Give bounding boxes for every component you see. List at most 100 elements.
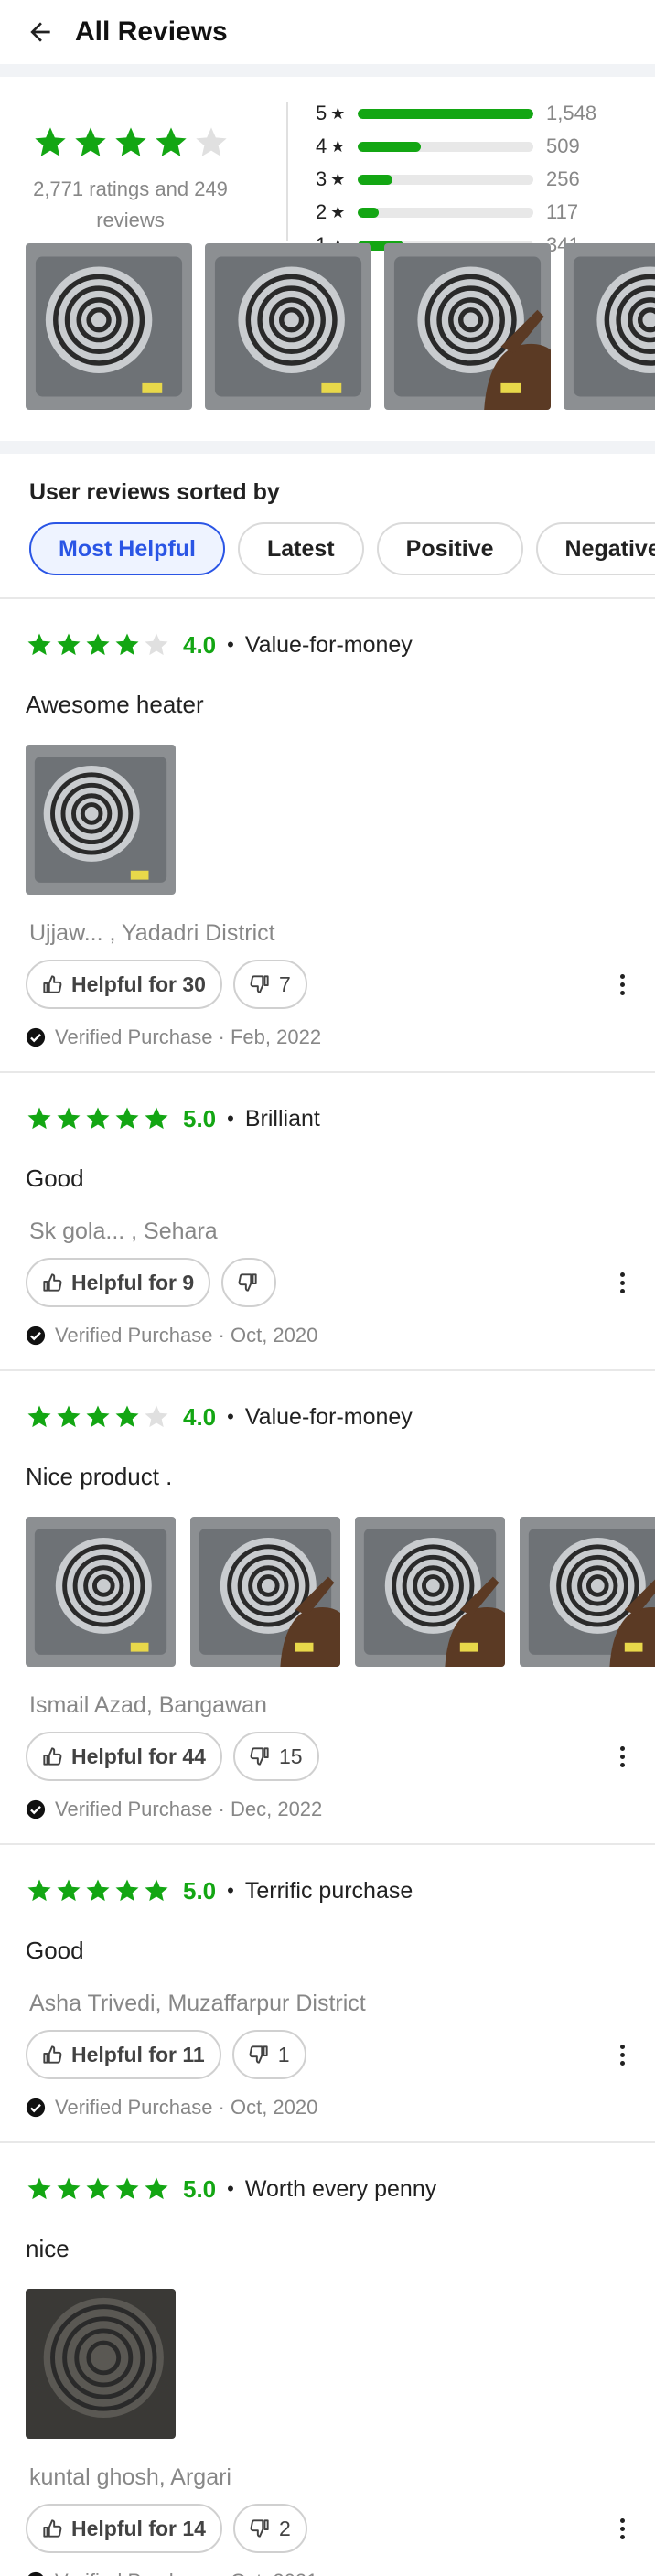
star-icon: [34, 127, 66, 156]
rating-distribution: 5★1,5484★5093★2562★1171★341: [316, 97, 655, 256]
review-photos: [26, 1517, 655, 1667]
back-button[interactable]: [24, 16, 57, 48]
star-icon: [57, 633, 81, 656]
review-card: 5.0 • Brilliant Good Sk gola... , Sehara Help…: [0, 1073, 655, 1371]
more-options-icon[interactable]: [613, 2044, 631, 2066]
more-options-icon[interactable]: [613, 1745, 631, 1767]
review-author: Asha Trivedi, Muzaffarpur District: [29, 1991, 366, 2016]
not-helpful-count: 7: [278, 971, 291, 996]
review-stars: [26, 1877, 170, 1905]
hot-plate-photo: [190, 1517, 340, 1667]
review-actions: Helpful for 11 1: [26, 2030, 629, 2079]
rating-bar-track: [358, 108, 533, 119]
review-photo-thumbnail[interactable]: [355, 1517, 505, 1667]
review-author: Ujjaw... , Yadadri District: [29, 920, 275, 946]
thumbs-down-icon: [250, 2519, 269, 2538]
rating-bar-label: 5 ★: [316, 102, 358, 125]
star-icon: ★: [330, 169, 346, 188]
rating-bar-row: 2 ★ 117: [316, 196, 655, 229]
helpful-button[interactable]: Helpful for 11: [26, 2030, 221, 2079]
not-helpful-button[interactable]: 7: [232, 960, 307, 1009]
section-divider: [0, 441, 655, 454]
not-helpful-button[interactable]: 2: [232, 2504, 307, 2553]
review-title: Value-for-money: [244, 631, 413, 658]
review-photo-thumbnail[interactable]: [520, 1517, 655, 1667]
star-icon: [115, 2177, 139, 2200]
review-photo-thumbnail[interactable]: [26, 745, 176, 895]
star-icon: [27, 1107, 51, 1130]
review-score: 5.0: [183, 1104, 217, 1132]
review-author: kuntal ghosh, Argari: [29, 2464, 231, 2490]
not-helpful-button[interactable]: 1: [231, 2030, 306, 2079]
review-actions: Helpful for 44 15: [26, 1732, 629, 1781]
sort-chip-negative[interactable]: Negative: [535, 522, 655, 575]
star-icon: [115, 633, 139, 656]
not-helpful-button[interactable]: 15: [232, 1732, 319, 1781]
review-photo-thumbnail[interactable]: [26, 1517, 176, 1667]
review-text: Awesome heater: [26, 691, 204, 718]
verified-purchase: Verified Purchase · Dec, 2022: [26, 1798, 629, 1843]
review-header: 5.0 • Worth every penny: [26, 2173, 629, 2206]
review-photo-thumbnail[interactable]: [205, 243, 371, 410]
star-icon: [195, 127, 227, 156]
star-level: 5: [316, 102, 328, 124]
review-card: 5.0 • Terrific purchase Good Asha Trivedi, M…: [0, 1845, 655, 2143]
review-photo-thumbnail[interactable]: [384, 243, 551, 410]
verified-text: Verified Purchase · Oct, 2021: [55, 2570, 317, 2576]
verified-text: Verified Purchase · Oct, 2020: [55, 2096, 318, 2119]
review-score: 4.0: [183, 1402, 217, 1431]
rating-bar-count: 1,548: [546, 102, 597, 124]
star-icon: [57, 1405, 81, 1428]
customer-photos-strip[interactable]: [0, 243, 655, 413]
star-icon: [86, 1879, 110, 1902]
rating-bar-label: 2 ★: [316, 200, 358, 224]
separator-dot: •: [227, 2177, 234, 2200]
rating-bar-count: 509: [546, 134, 580, 157]
not-helpful-count: 1: [277, 2042, 290, 2066]
rating-bar-fill: [358, 108, 533, 119]
star-icon: [86, 2177, 110, 2200]
check-circle-icon: [27, 2571, 44, 2576]
rating-summary: 2,771 ratings and 249 reviews 5 ★ 1,548 4 ★ 5…: [0, 77, 655, 256]
helpful-button[interactable]: Helpful for 44: [26, 1732, 222, 1781]
rating-bar-track: [358, 174, 533, 185]
review-card: 4.0 • Value-for-money Awesome heater Ujjaw..…: [0, 599, 655, 1073]
sort-chip-positive[interactable]: Positive: [376, 522, 523, 575]
check-circle-icon: [26, 1326, 46, 1346]
arrow-left-icon: [30, 22, 50, 42]
review-photo-thumbnail[interactable]: [190, 1517, 340, 1667]
helpful-button[interactable]: Helpful for 9: [26, 1258, 211, 1307]
review-photo-thumbnail[interactable]: [26, 2289, 176, 2439]
separator-dot: •: [227, 1879, 234, 1902]
helpful-count: Helpful for 9: [71, 1270, 195, 1294]
verified-text: Verified Purchase · Feb, 2022: [55, 1025, 322, 1048]
rating-bar-count: 117: [546, 200, 579, 223]
star-icon: ★: [330, 103, 346, 123]
check-circle-icon: [26, 1027, 46, 1047]
star-icon: [145, 1107, 168, 1130]
review-photo-thumbnail[interactable]: [26, 243, 192, 410]
star-icon: [86, 1107, 110, 1130]
sort-chip-latest[interactable]: Latest: [238, 522, 364, 575]
review-header: 5.0 • Terrific purchase: [26, 1874, 629, 1907]
thumbs-down-icon: [250, 1747, 269, 1766]
star-icon: [27, 1405, 51, 1428]
hot-plate-photo: [26, 2289, 176, 2439]
thumbs-down-icon: [250, 975, 269, 993]
not-helpful-button[interactable]: [221, 1258, 277, 1307]
separator-dot: •: [227, 1405, 234, 1428]
review-header: 5.0 • Brilliant: [26, 1102, 629, 1135]
helpful-button[interactable]: Helpful for 30: [26, 960, 222, 1009]
separator-dot: •: [227, 633, 234, 656]
review-text: Good: [26, 1937, 84, 1964]
more-options-icon[interactable]: [613, 2517, 631, 2539]
rating-bar-fill: [358, 141, 422, 152]
more-options-icon[interactable]: [613, 973, 631, 995]
review-stars: [26, 1105, 170, 1132]
sort-chip-most-helpful[interactable]: Most Helpful: [29, 522, 225, 575]
star-icon: [27, 1879, 51, 1902]
hot-plate-photo: [520, 1517, 655, 1667]
helpful-button[interactable]: Helpful for 14: [26, 2504, 222, 2553]
more-options-icon[interactable]: [613, 1272, 631, 1293]
review-photo-thumbnail[interactable]: [564, 243, 655, 410]
